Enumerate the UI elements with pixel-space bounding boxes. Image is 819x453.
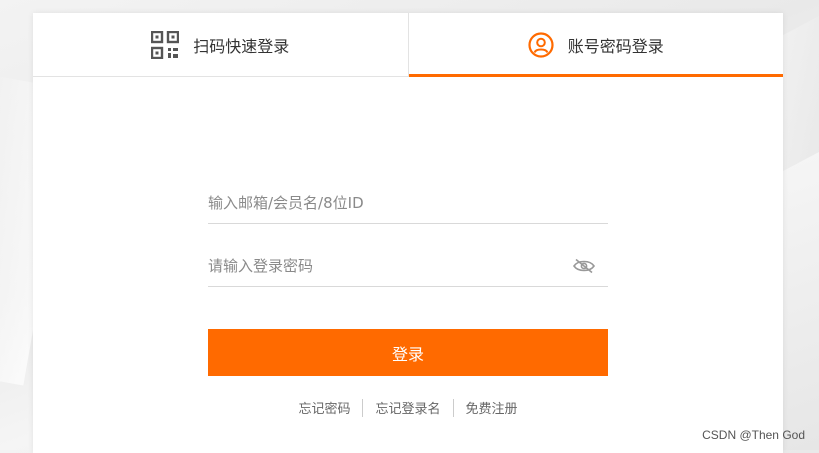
password-input[interactable] [208, 257, 608, 275]
tab-qr-login[interactable]: 扫码快速登录 [33, 13, 409, 76]
username-field-wrapper [208, 183, 608, 224]
password-field-wrapper [208, 246, 608, 287]
username-input[interactable] [208, 194, 608, 212]
login-button[interactable]: 登录 [208, 329, 608, 376]
tab-qr-label: 扫码快速登录 [193, 36, 290, 56]
tab-account-login[interactable]: 账号密码登录 [408, 13, 784, 77]
forgot-username-link[interactable]: 忘记登录名 [375, 398, 440, 417]
login-tabs: 扫码快速登录 账号密码登录 [33, 13, 783, 77]
tab-account-label: 账号密码登录 [567, 36, 664, 56]
help-links: 忘记密码 忘记登录名 免费注册 [208, 398, 608, 417]
register-link[interactable]: 免费注册 [466, 398, 518, 417]
link-divider [452, 398, 454, 417]
eye-off-icon[interactable] [572, 258, 596, 278]
login-card: 扫码快速登录 账号密码登录 输入邮箱/会员名/8位ID 登录 忘记密码 忘记登录… [33, 13, 783, 453]
user-circle-icon [528, 31, 554, 58]
watermark: CSDN @Then God [702, 428, 805, 442]
qr-code-icon [151, 30, 180, 59]
link-divider [362, 398, 364, 417]
login-form: 登录 忘记密码 忘记登录名 免费注册 [208, 183, 608, 417]
forgot-password-link[interactable]: 忘记密码 [298, 398, 350, 417]
